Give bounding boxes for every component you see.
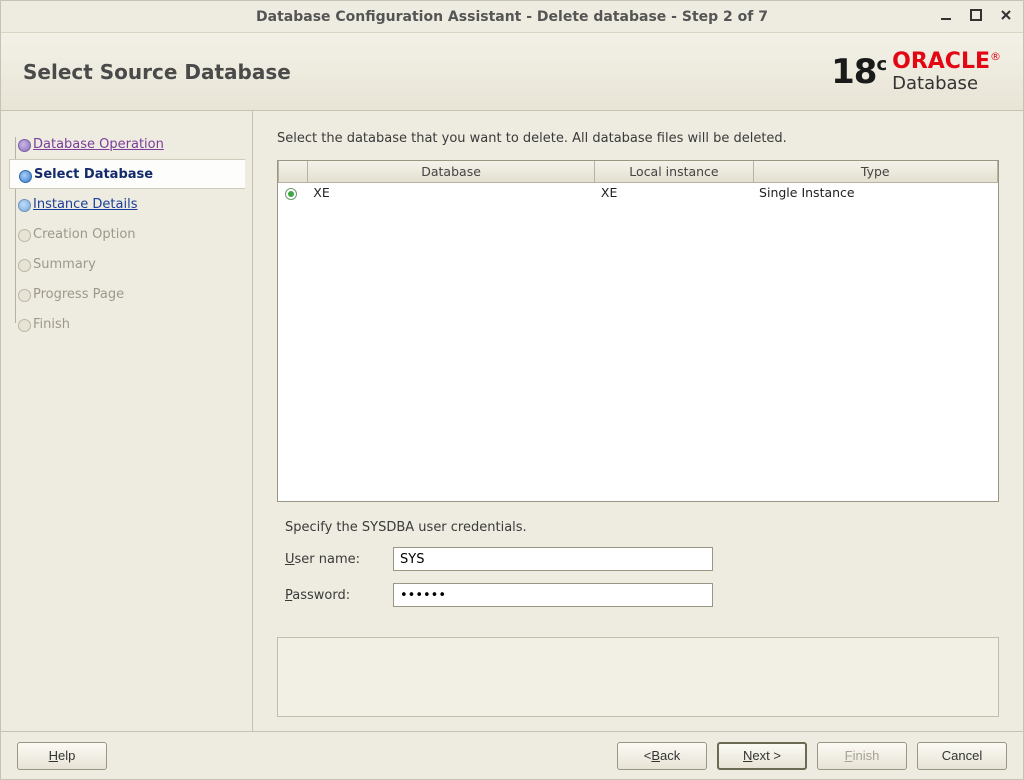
maximize-button[interactable] [965, 4, 987, 26]
password-row: Password: [285, 583, 991, 607]
username-field[interactable] [393, 547, 713, 571]
back-button[interactable]: < Back [617, 742, 707, 770]
credentials-section: Specify the SYSDBA user credentials. Use… [277, 516, 999, 623]
body: Database Operation Select Database Insta… [1, 111, 1023, 731]
step-label[interactable]: Instance Details [33, 197, 138, 212]
table-row[interactable]: XE XE Single Instance [279, 183, 998, 203]
cell-database: XE [307, 183, 595, 203]
help-button[interactable]: Help [17, 742, 107, 770]
row-radio[interactable] [285, 188, 297, 200]
brand-logo: 18c ORACLE® Database [831, 51, 1001, 93]
table-empty-area [278, 202, 998, 501]
col-local-instance: Local instance [595, 161, 753, 183]
step-label: Progress Page [33, 287, 124, 302]
cancel-button[interactable]: Cancel [917, 742, 1007, 770]
finish-button: Finish [817, 742, 907, 770]
password-label: Password: [285, 588, 381, 603]
step-list: Database Operation Select Database Insta… [9, 129, 244, 339]
password-field[interactable] [393, 583, 713, 607]
step-label[interactable]: Database Operation [33, 137, 164, 152]
header: Select Source Database 18c ORACLE® Datab… [1, 33, 1023, 111]
page-title: Select Source Database [23, 60, 291, 84]
step-label: Select Database [34, 167, 153, 182]
close-button[interactable] [995, 4, 1017, 26]
minimize-button[interactable] [935, 4, 957, 26]
brand-product: Database [892, 75, 1001, 93]
col-database: Database [307, 161, 595, 183]
titlebar: Database Configuration Assistant - Delet… [1, 1, 1023, 33]
brand-version: 18c [831, 52, 886, 92]
step-select-database[interactable]: Select Database [9, 159, 245, 189]
step-summary: Summary [9, 249, 244, 279]
next-button[interactable]: Next > [717, 742, 807, 770]
credentials-title: Specify the SYSDBA user credentials. [285, 520, 991, 535]
step-instance-details[interactable]: Instance Details [9, 189, 244, 219]
step-label: Finish [33, 317, 70, 332]
cell-type: Single Instance [753, 183, 997, 203]
username-label: User name: [285, 552, 381, 567]
brand-oracle: ORACLE® [892, 51, 1001, 73]
step-progress-page: Progress Page [9, 279, 244, 309]
instruction-text: Select the database that you want to del… [277, 131, 999, 146]
footer: Help < Back Next > Finish Cancel [1, 731, 1023, 779]
step-creation-option: Creation Option [9, 219, 244, 249]
main-panel: Select the database that you want to del… [253, 111, 1023, 731]
sidebar: Database Operation Select Database Insta… [1, 111, 253, 731]
cell-local-instance: XE [595, 183, 753, 203]
col-select [279, 161, 308, 183]
window: Database Configuration Assistant - Delet… [0, 0, 1024, 780]
step-finish: Finish [9, 309, 244, 339]
step-label: Creation Option [33, 227, 136, 242]
step-database-operation[interactable]: Database Operation [9, 129, 244, 159]
database-table: Database Local instance Type XE XE Singl… [277, 160, 999, 502]
message-area [277, 637, 999, 717]
window-controls [935, 4, 1017, 26]
col-type: Type [753, 161, 997, 183]
step-label: Summary [33, 257, 96, 272]
window-title: Database Configuration Assistant - Delet… [256, 9, 768, 25]
username-row: User name: [285, 547, 991, 571]
